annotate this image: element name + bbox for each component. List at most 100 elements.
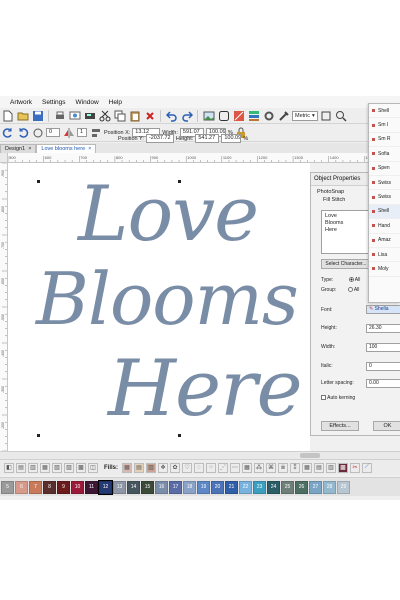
fill-pattern-icon[interactable]: ✂ — [350, 462, 361, 473]
fill-pattern-icon[interactable]: ◌ — [194, 462, 205, 473]
tab-design1[interactable]: Design1 × — [0, 144, 37, 153]
ok-button[interactable]: OK — [373, 421, 400, 431]
thread-color-swatch[interactable]: 7 — [29, 480, 42, 494]
fill-pattern-icon[interactable]: ▥ — [28, 462, 38, 473]
menu-help[interactable]: Help — [109, 99, 122, 106]
thread-color-swatch[interactable]: 10 — [71, 480, 84, 494]
thread-color-swatch[interactable]: 6 — [15, 480, 28, 494]
thread-color-swatch[interactable]: 20 — [211, 480, 224, 494]
selection-handle[interactable] — [37, 180, 40, 183]
preview-icon[interactable] — [68, 109, 81, 122]
fill-pattern-icon[interactable]: ⁑ — [290, 462, 301, 473]
tab-fill-stitch[interactable]: Fill Stitch — [317, 196, 345, 204]
save-icon[interactable] — [31, 109, 44, 122]
fill-pattern-icon[interactable]: ※ — [278, 462, 289, 473]
image-icon[interactable] — [202, 109, 215, 122]
font-list-item[interactable]: Amaz — [369, 234, 400, 248]
font-list-item[interactable]: Shell — [369, 204, 400, 220]
font-list-item[interactable]: Sm I — [369, 118, 400, 133]
thread-color-swatch[interactable]: 5 — [1, 480, 14, 494]
fill-pattern-icon[interactable]: ▩ — [338, 462, 349, 473]
align-icon[interactable] — [89, 126, 102, 139]
fill-pattern-icon[interactable]: ▤ — [134, 462, 145, 473]
menu-settings[interactable]: Settings — [42, 99, 66, 106]
effects-button[interactable]: Effects... — [321, 421, 359, 431]
machine-icon[interactable] — [83, 109, 96, 122]
menu-artwork[interactable]: Artwork — [10, 99, 32, 106]
delete-icon[interactable] — [143, 109, 156, 122]
thread-color-swatch[interactable]: 23 — [253, 480, 266, 494]
thread-color-swatch[interactable]: 9 — [57, 480, 70, 494]
thread-color-swatch[interactable]: 18 — [183, 480, 196, 494]
font-field[interactable]: ✎ Shella — [366, 305, 400, 314]
font-list-item[interactable]: Shell — [369, 104, 400, 119]
fill-pattern-icon[interactable]: ◫ — [88, 462, 98, 473]
fill-pattern-icon[interactable]: ▤ — [16, 462, 26, 473]
thread-color-swatch[interactable]: 17 — [169, 480, 182, 494]
cut-icon[interactable] — [98, 109, 111, 122]
redo-icon[interactable] — [180, 109, 193, 122]
rotate-value-field[interactable]: 0 — [46, 128, 60, 137]
paste-icon[interactable] — [128, 109, 141, 122]
fill-pattern-icon[interactable]: ⁘ — [206, 462, 217, 473]
design-text-here[interactable]: Here — [108, 341, 303, 437]
tab-photosnap[interactable]: PhotoSnap — [317, 188, 345, 196]
thread-color-swatch[interactable]: 29 — [337, 480, 350, 494]
rotate-icon[interactable] — [31, 126, 44, 139]
height-field[interactable]: 26.30 — [366, 324, 400, 333]
horizontal-scrollbar[interactable] — [0, 451, 400, 459]
layers-icon[interactable] — [247, 109, 260, 122]
stitch-icon[interactable] — [232, 109, 245, 122]
tools-icon[interactable] — [277, 109, 290, 122]
height-field[interactable]: 541.27 — [195, 134, 220, 143]
design-text-love[interactable]: Love — [78, 169, 259, 259]
font-list-item[interactable]: Moly — [369, 262, 400, 277]
design-text-blooms[interactable]: Blooms — [36, 255, 299, 343]
thread-color-swatch[interactable]: 14 — [127, 480, 140, 494]
font-list-item[interactable]: Sofia — [369, 147, 400, 162]
width-field[interactable]: 100 — [366, 343, 400, 352]
font-list-item[interactable]: Hand — [369, 219, 400, 234]
fill-pattern-icon[interactable]: ▦ — [40, 462, 50, 473]
fill-pattern-icon[interactable]: ⋰ — [218, 462, 229, 473]
fill-pattern-icon[interactable]: ❖ — [158, 462, 169, 473]
fill-pattern-icon[interactable]: ▩ — [76, 462, 86, 473]
font-list-item[interactable]: Spen — [369, 162, 400, 176]
units-dropdown[interactable]: Metric ▾ — [292, 110, 318, 121]
thread-color-swatch[interactable]: 11 — [85, 480, 98, 494]
fill-pattern-icon[interactable]: ⟋ — [362, 462, 373, 473]
fill-pattern-icon[interactable]: ◧ — [4, 462, 14, 473]
thread-color-swatch[interactable]: 8 — [43, 480, 56, 494]
height-percent-field[interactable]: 100.09 — [221, 134, 242, 143]
font-list-item[interactable]: Lisa — [369, 248, 400, 263]
undo-icon[interactable] — [165, 109, 178, 122]
zoom-fit-icon[interactable] — [320, 109, 333, 122]
thread-color-swatch[interactable]: 21 — [225, 480, 238, 494]
group-radio[interactable] — [347, 287, 353, 293]
fill-pattern-icon[interactable]: ▨ — [64, 462, 74, 473]
selection-handle[interactable] — [37, 434, 40, 437]
thread-color-swatch[interactable]: 27 — [309, 480, 322, 494]
thread-color-swatch[interactable]: 25 — [281, 480, 294, 494]
type-radio[interactable] — [348, 277, 354, 283]
thread-color-swatch[interactable]: 28 — [323, 480, 336, 494]
fill-pattern-icon[interactable]: ▥ — [326, 462, 337, 473]
design-canvas[interactable]: Love Blooms Here — [8, 163, 310, 451]
fill-pattern-icon[interactable]: ⌘ — [266, 462, 277, 473]
step-value-field[interactable]: 1 — [77, 128, 87, 137]
menu-window[interactable]: Window — [76, 99, 99, 106]
thread-color-swatch[interactable]: 24 — [267, 480, 280, 494]
fill-pattern-icon[interactable]: ▦ — [242, 462, 253, 473]
font-list-item[interactable]: Swiss — [369, 176, 400, 191]
copy-icon[interactable] — [113, 109, 126, 122]
thread-color-swatch[interactable]: 15 — [141, 480, 154, 494]
letter-spacing-field[interactable]: 0.00 — [366, 379, 400, 388]
print-icon[interactable] — [53, 109, 66, 122]
rotate-left-icon[interactable] — [1, 126, 14, 139]
position-y-field[interactable]: -2037.72 — [145, 134, 174, 143]
thread-color-swatch[interactable]: 26 — [295, 480, 308, 494]
font-list-item[interactable]: Sm R — [369, 133, 400, 148]
tab-love-blooms-here[interactable]: Love blooms here × — [36, 144, 97, 153]
auto-kerning-checkbox[interactable] — [321, 395, 326, 401]
fill-pattern-icon[interactable]: ♡ — [182, 462, 193, 473]
